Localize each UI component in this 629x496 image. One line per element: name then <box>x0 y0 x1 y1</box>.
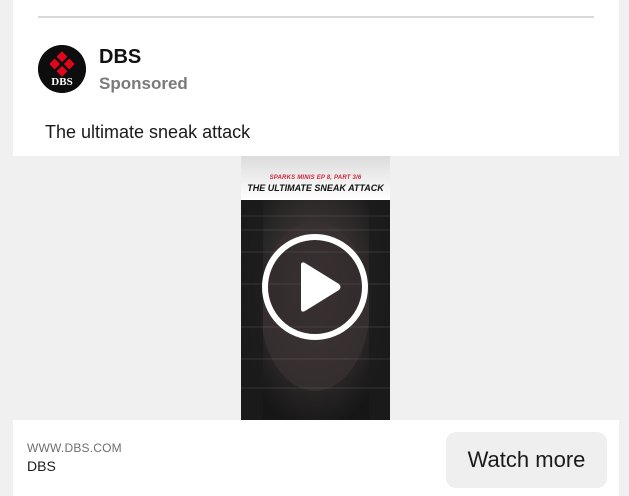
svg-text:DBS: DBS <box>51 76 72 88</box>
play-icon[interactable] <box>261 233 369 341</box>
watch-more-button[interactable]: Watch more <box>446 432 607 488</box>
link-domain: WWW.DBS.COM <box>27 441 122 455</box>
advertiser-avatar[interactable]: DBS <box>38 45 86 93</box>
divider <box>38 16 594 18</box>
post-header: DBS DBS Sponsored <box>38 44 438 94</box>
sponsored-label: Sponsored <box>99 74 188 93</box>
post-caption: The ultimate sneak attack <box>45 122 251 142</box>
link-footer[interactable]: WWW.DBS.COM DBS Watch more <box>13 420 619 496</box>
video-subtitle: SPARKS MINIS EP 8, PART 3/6 <box>269 175 362 181</box>
link-title: DBS <box>27 458 56 474</box>
video-thumbnail[interactable]: SPARKS MINIS EP 8, PART 3/6 THE ULTIMATE… <box>241 156 390 420</box>
advertiser-name[interactable]: DBS <box>99 44 141 70</box>
media-area: SPARKS MINIS EP 8, PART 3/6 THE ULTIMATE… <box>13 156 619 420</box>
video-title: THE ULTIMATE SNEAK ATTACK <box>247 183 384 193</box>
dbs-logo-icon: DBS <box>38 45 86 93</box>
sponsored-post-card: DBS DBS Sponsored The ultimate sneak att… <box>13 0 619 496</box>
